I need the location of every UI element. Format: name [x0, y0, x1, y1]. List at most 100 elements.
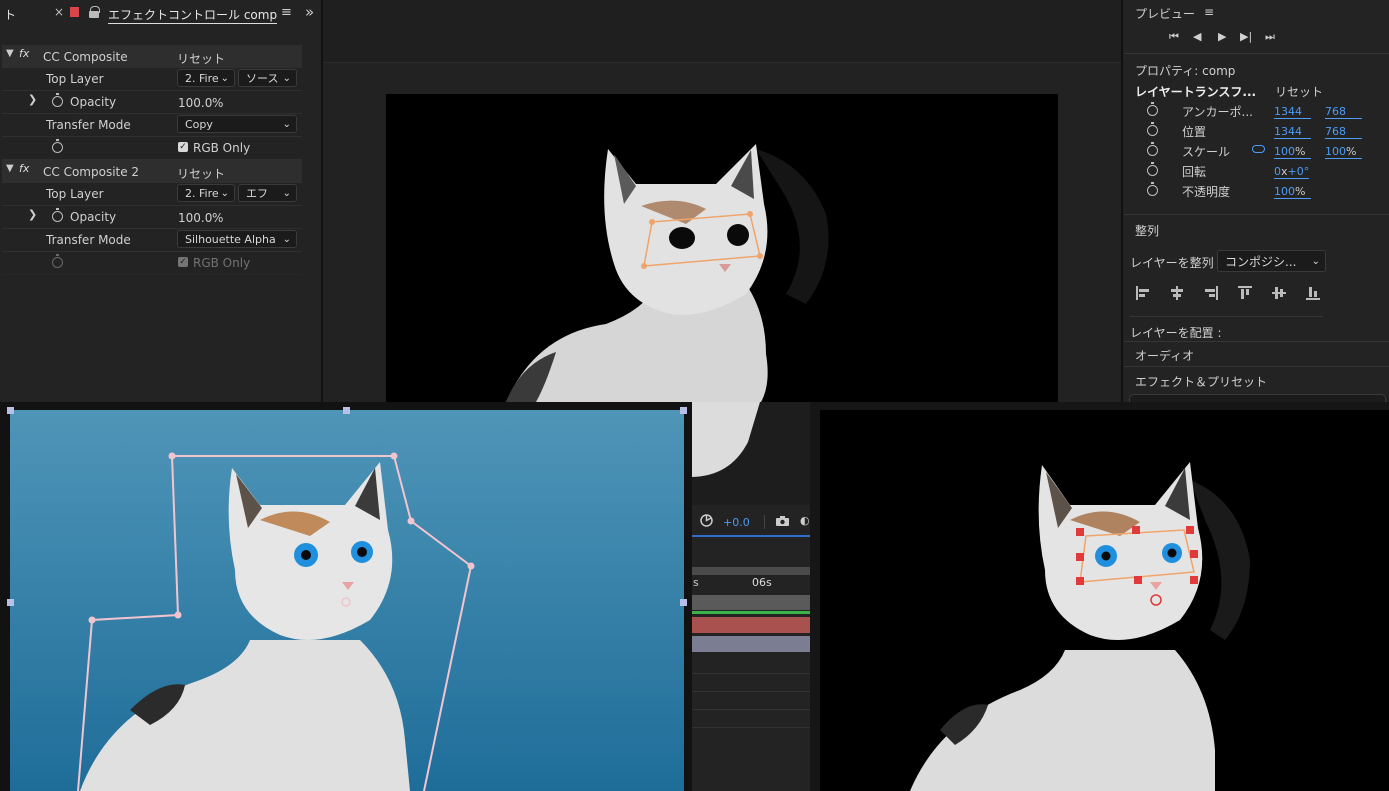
divider [1124, 341, 1389, 342]
exposure-value[interactable]: +0.0 [723, 516, 750, 529]
composition-viewer[interactable] [386, 94, 1058, 402]
scale-x-value[interactable]: 100% [1274, 145, 1311, 159]
property-row-rgb-only: ✓ RGB Only [2, 136, 302, 160]
stopwatch-icon [52, 254, 63, 268]
divider [690, 673, 810, 674]
property-row-opacity: ❯ Opacity 100.0 % [2, 90, 302, 114]
transform-handle[interactable] [343, 407, 350, 414]
property-row-transfer-mode: Transfer Mode Copy ⌄ [2, 113, 302, 137]
stopwatch-icon[interactable] [52, 93, 63, 107]
layer-bar-lavender[interactable] [690, 636, 810, 652]
opacity-unit: % [212, 96, 224, 110]
layer-bar-green[interactable] [690, 611, 810, 614]
last-frame-icon[interactable]: ⏭ [1265, 30, 1275, 44]
transform-handle[interactable] [680, 599, 687, 606]
top-layer-dropdown[interactable]: 2. Fire ⌄ [177, 184, 235, 202]
twirl-open-icon[interactable]: ▼ [6, 163, 14, 174]
stopwatch-icon[interactable] [52, 208, 63, 222]
fx-icon[interactable]: fx [19, 162, 29, 175]
align-bottom-icon[interactable] [1305, 285, 1321, 301]
align-left-icon[interactable] [1135, 285, 1151, 301]
property-row-rgb-only-disabled: ✓ RGB Only [2, 251, 302, 275]
fx-icon[interactable]: fx [19, 47, 29, 60]
position-x-value[interactable]: 1344 [1274, 125, 1311, 139]
property-row-opacity: ❯ Opacity 100.0 % [2, 205, 302, 229]
align-vertical-center-icon[interactable] [1271, 285, 1287, 301]
align-horizontal-center-icon[interactable] [1169, 285, 1185, 301]
transfer-mode-dropdown[interactable]: Copy ⌄ [177, 115, 297, 133]
time-marker-06s: 06s [752, 576, 772, 589]
anchor-x-value[interactable]: 1344 [1274, 105, 1311, 119]
top-layer-source-dropdown[interactable]: エフ ⌄ [238, 184, 297, 202]
align-to-dropdown[interactable]: コンポジシ... ⌄ [1217, 250, 1326, 272]
transform-handle[interactable] [7, 407, 14, 414]
link-icon[interactable] [1252, 145, 1265, 153]
previous-tab-label[interactable]: ト [4, 6, 16, 23]
first-frame-icon[interactable]: ⏮ [1169, 30, 1179, 44]
tab-effect-controls[interactable]: エフェクトコントロール comp [108, 6, 278, 24]
properties-reset-link[interactable]: リセット [1275, 83, 1323, 100]
property-row-top-layer: Top Layer 2. Fire ⌄ エフ ⌄ [2, 182, 302, 206]
effects-presets-title[interactable]: エフェクト＆プリセット [1135, 373, 1267, 390]
show-snapshot-icon[interactable]: ◐ [800, 514, 810, 527]
exposure-icon[interactable] [700, 514, 713, 527]
transform-handle[interactable] [7, 599, 14, 606]
align-right-icon[interactable] [1203, 285, 1219, 301]
rgb-only-checkbox[interactable]: ✓ [178, 142, 188, 152]
divider [690, 709, 810, 710]
tracked-cat-image [910, 462, 1250, 791]
layer-bar-gray[interactable] [690, 595, 810, 610]
stopwatch-icon[interactable] [1147, 162, 1158, 176]
previous-frame-icon[interactable]: ◀ [1193, 30, 1201, 43]
twirl-open-icon[interactable]: ▼ [6, 48, 14, 59]
rotation-label: 回転 [1182, 165, 1207, 179]
work-area-bar[interactable] [690, 567, 810, 575]
stopwatch-icon[interactable] [1147, 102, 1158, 116]
stopwatch-icon[interactable] [1147, 142, 1158, 156]
chevron-down-icon: ⌄ [282, 119, 291, 130]
effect-header-cc-composite[interactable]: ▼ fx CC Composite リセット [2, 45, 302, 68]
reset-link[interactable]: リセット [177, 165, 225, 182]
property-row-top-layer: Top Layer 2. Fire ⌄ ソース ⌄ [2, 67, 302, 91]
opacity-value[interactable]: 100.0 [178, 211, 212, 225]
align-top-icon[interactable] [1237, 285, 1253, 301]
audio-panel-title[interactable]: オーディオ [1135, 347, 1194, 364]
position-y-value[interactable]: 768 [1325, 125, 1362, 139]
blue-cat-viewer[interactable] [10, 410, 684, 791]
twirl-closed-icon[interactable]: ❯ [28, 93, 37, 106]
stopwatch-icon[interactable] [1147, 122, 1158, 136]
overflow-icon[interactable]: » [305, 3, 314, 21]
rgb-only-label: RGB Only [193, 141, 251, 155]
effect-name: CC Composite [43, 50, 128, 64]
anchor-y-value[interactable]: 768 [1325, 105, 1362, 119]
blue-cat-image [10, 410, 684, 791]
tracked-cat-viewer[interactable] [820, 410, 1389, 791]
effect-header-cc-composite-2[interactable]: ▼ fx CC Composite 2 リセット [2, 160, 302, 183]
chevron-down-icon: ⌄ [282, 188, 291, 199]
layer-transform-section[interactable]: レイヤートランスフ... [1135, 83, 1256, 100]
reset-link[interactable]: リセット [177, 50, 225, 67]
transform-handle[interactable] [680, 407, 687, 414]
opacity-value[interactable]: 100% [1274, 185, 1311, 199]
divider [1130, 316, 1323, 317]
play-icon[interactable]: ▶ [1218, 30, 1226, 43]
scale-y-value[interactable]: 100% [1325, 145, 1362, 159]
opacity-value[interactable]: 100.0 [178, 96, 212, 110]
close-tab-icon[interactable]: × [54, 5, 64, 19]
stopwatch-icon[interactable] [1147, 182, 1158, 196]
cat-cutout-image [506, 144, 829, 402]
layer-bar-red[interactable] [690, 617, 810, 633]
next-frame-icon[interactable]: ▶| [1240, 30, 1252, 43]
stopwatch-icon[interactable] [52, 139, 63, 153]
twirl-closed-icon[interactable]: ❯ [28, 208, 37, 221]
chevron-down-icon: ⌄ [1311, 256, 1320, 267]
align-title: 整列 [1135, 224, 1160, 238]
transfer-mode-dropdown[interactable]: Silhouette Alpha ⌄ [177, 230, 297, 248]
rotation-value[interactable]: 0x+0° [1274, 165, 1309, 179]
top-layer-source-dropdown[interactable]: ソース ⌄ [238, 69, 297, 87]
divider [1124, 366, 1389, 367]
panel-menu-icon[interactable]: ≡ [281, 5, 292, 20]
camera-snapshot-icon[interactable] [775, 515, 790, 527]
preview-menu-icon[interactable]: ≡ [1204, 5, 1214, 19]
top-layer-dropdown[interactable]: 2. Fire ⌄ [177, 69, 235, 87]
